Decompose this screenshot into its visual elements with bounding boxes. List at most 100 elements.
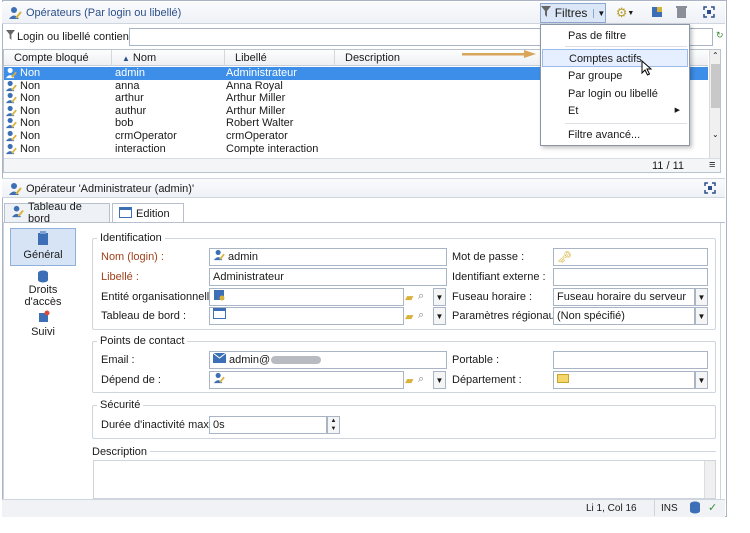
menu-item-no-filter[interactable]: Pas de filtre <box>542 27 688 45</box>
department-icon <box>557 372 569 388</box>
menu-item-and[interactable]: Et ▶ <box>542 102 688 120</box>
description-textarea[interactable] <box>93 460 716 499</box>
email-field[interactable]: admin@ <box>209 351 447 369</box>
mouse-cursor-icon <box>641 59 653 79</box>
menu-item-advanced-filter[interactable]: Filtre avancé... <box>542 126 688 144</box>
department-dropdown[interactable]: ▼ <box>695 371 708 389</box>
filter-label: Login ou libellé contient : <box>17 31 139 43</box>
filter-menu: Pas de filtre Comptes actifs Par groupe … <box>540 24 690 146</box>
cell-blocked: Non <box>20 130 41 142</box>
scroll-down-icon[interactable]: ⌄ <box>712 130 719 139</box>
menu-item-by-login[interactable]: Par login ou libellé <box>542 85 688 103</box>
entity-field[interactable] <box>209 288 404 306</box>
checklist-icon[interactable]: ✓ <box>708 501 717 514</box>
grid-menu-icon[interactable]: ≡ <box>709 159 715 171</box>
dashboard-dropdown[interactable]: ▼ <box>433 307 446 325</box>
cursor-position: Li 1, Col 16 <box>586 503 637 514</box>
depends-field[interactable] <box>209 371 404 389</box>
password-field[interactable]: 🗝 <box>553 248 708 266</box>
column-header-label: Description <box>345 52 401 64</box>
regional-dropdown[interactable]: ▼ <box>695 307 708 325</box>
filter-icon <box>6 30 15 43</box>
operator-icon <box>8 6 22 20</box>
inactivity-field[interactable]: 0s <box>209 416 327 434</box>
cell-name: anna <box>115 79 140 92</box>
nav-tracking[interactable]: Suivi <box>10 308 76 346</box>
login-value: admin <box>228 251 258 263</box>
column-header-blocked[interactable]: Compte bloqué <box>4 50 112 66</box>
timezone-label: Fuseau horaire : <box>452 291 533 303</box>
stepper-down-icon[interactable]: ▼ <box>328 425 339 433</box>
detail-nav: Général Droits d'accès Suivi <box>8 228 78 348</box>
group-title: Sécurité <box>97 399 144 411</box>
settings-menu-button[interactable]: ⚙ ▼ <box>611 3 639 23</box>
cell-name: interaction <box>115 142 166 155</box>
group-title: Identification <box>97 232 165 244</box>
new-operator-button[interactable] <box>648 3 666 23</box>
mobile-field[interactable] <box>553 351 708 369</box>
menu-item-label: Pas de filtre <box>568 30 627 42</box>
cell-name: authur <box>115 104 147 117</box>
folder-icon[interactable]: ▰ <box>405 310 413 323</box>
panel-title: Opérateurs (Par login ou libellé) <box>26 7 182 19</box>
operators-panel-titlebar: Opérateurs (Par login ou libellé) Filtre… <box>2 2 725 24</box>
stepper-up-icon[interactable]: ▲ <box>328 417 339 425</box>
chevron-down-icon: ▼ <box>697 375 706 385</box>
cell-label: crmOperator <box>226 130 288 142</box>
grid-scrollbar[interactable]: ⌃ ⌄ <box>709 50 720 158</box>
menu-item-label: Par groupe <box>568 70 623 82</box>
search-icon[interactable]: ⌕ <box>418 290 424 303</box>
timezone-select[interactable]: Fuseau horaire du serveur <box>553 288 695 306</box>
timezone-dropdown[interactable]: ▼ <box>695 288 708 306</box>
tab-dashboard[interactable]: Tableau de bord <box>4 201 110 225</box>
tab-edition[interactable]: Edition <box>112 203 184 223</box>
inactivity-label: Durée d'inactivité max. : <box>101 419 219 431</box>
libelle-label: Libellé : <box>101 271 139 283</box>
email-icon <box>212 352 227 368</box>
search-icon[interactable]: ⌕ <box>418 373 424 386</box>
inactivity-value: 0s <box>213 419 225 431</box>
nav-access-rights[interactable]: Droits d'accès <box>10 268 76 308</box>
delete-button[interactable] <box>672 3 690 23</box>
inactivity-stepper[interactable]: ▲ ▼ <box>327 416 340 434</box>
column-header-label[interactable]: Libellé <box>225 50 335 66</box>
filters-button[interactable]: Filtres ▼ <box>540 3 606 23</box>
department-select[interactable] <box>553 371 695 389</box>
search-icon[interactable]: ⌕ <box>418 309 424 322</box>
status-divider <box>654 500 655 516</box>
cell-blocked: Non <box>20 79 41 92</box>
external-id-field[interactable] <box>553 268 708 286</box>
menu-item-active-accounts[interactable]: Comptes actifs <box>542 49 688 67</box>
refresh-icon[interactable]: ↻ <box>716 30 724 41</box>
nav-general[interactable]: Général <box>10 228 76 266</box>
regional-select[interactable]: (Non spécifié) <box>553 307 695 325</box>
menu-item-by-group[interactable]: Par groupe <box>542 67 688 85</box>
cell-name: arthur <box>115 92 144 105</box>
email-blur <box>271 356 322 364</box>
nav-label: Général <box>23 249 63 261</box>
depends-dropdown[interactable]: ▼ <box>433 371 446 389</box>
detail-title: Opérateur 'Administrateur (admin)' <box>26 183 195 195</box>
chevron-down-icon: ▼ <box>435 375 444 385</box>
detail-panel-titlebar: Opérateur 'Administrateur (admin)' <box>2 178 725 198</box>
description-scrollbar[interactable] <box>704 461 715 498</box>
libelle-field[interactable]: Administrateur <box>209 268 447 286</box>
dashboard-field[interactable] <box>209 307 404 325</box>
login-field[interactable]: admin <box>209 248 447 266</box>
login-label: Nom (login) : <box>101 251 164 263</box>
maximize-icon[interactable] <box>704 182 716 197</box>
scroll-thumb[interactable] <box>711 64 720 108</box>
maximize-button[interactable] <box>700 3 718 23</box>
scroll-up-icon[interactable]: ⌃ <box>712 51 719 60</box>
column-header-name[interactable]: ▲ Nom <box>112 50 225 66</box>
entity-dropdown[interactable]: ▼ <box>433 288 446 306</box>
group-title: Points de contact <box>97 335 188 347</box>
folder-icon[interactable]: ▰ <box>405 291 413 304</box>
cell-label: Compte interaction <box>226 142 319 155</box>
regional-label: Paramètres régionaux : <box>452 310 567 322</box>
folder-icon[interactable]: ▰ <box>405 374 413 387</box>
cell-blocked: Non <box>20 67 41 79</box>
chevron-down-icon: ▼ <box>435 292 444 302</box>
cell-label: Arthur Miller <box>226 104 286 117</box>
column-header-label: Libellé <box>235 52 267 64</box>
